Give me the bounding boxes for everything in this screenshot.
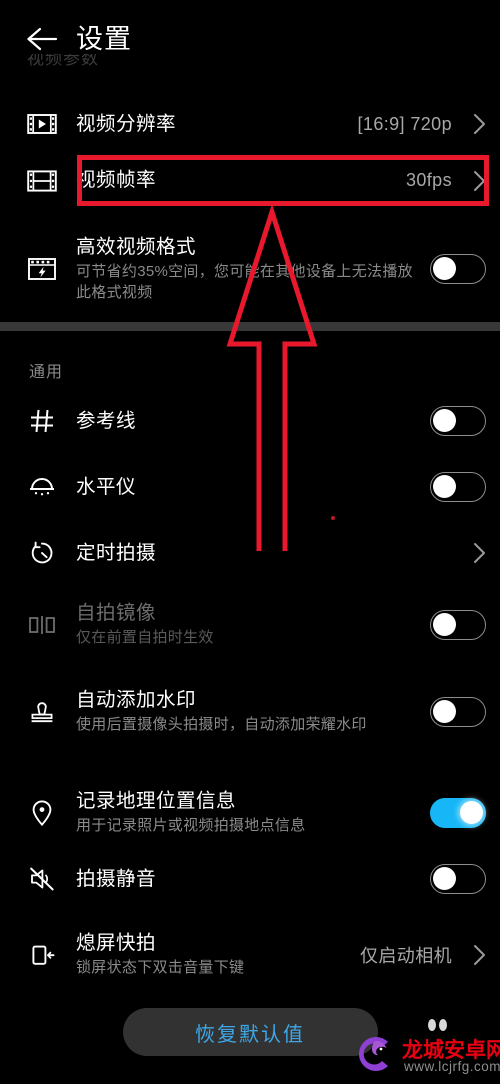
setting-value: 仅启动相机 bbox=[360, 946, 452, 966]
setting-subtitle: 使用后置摄像头拍摄时，自动添加荣耀水印 bbox=[76, 716, 367, 734]
setting-row-quick-snapshot[interactable]: 熄屏快拍 锁屏状态下双击音量下键 仅启动相机 bbox=[0, 922, 500, 988]
chevron-right-icon bbox=[460, 542, 486, 564]
setting-text-block: 视频分辨率 bbox=[70, 112, 358, 136]
location-pin-icon bbox=[14, 798, 70, 828]
toggle-auto-watermark[interactable] bbox=[430, 697, 486, 727]
reset-button-container: 恢复默认值 bbox=[0, 1008, 500, 1056]
setting-text-block: 自拍镜像 仅在前置自拍时生效 bbox=[70, 601, 424, 649]
setting-row-timer-shooting[interactable]: 定时拍摄 bbox=[0, 530, 500, 576]
setting-text-block: 自动添加水印 使用后置摄像头拍摄时，自动添加荣耀水印 bbox=[70, 688, 424, 736]
setting-row-selfie-mirror[interactable]: 自拍镜像 仅在前置自拍时生效 bbox=[0, 592, 500, 658]
toggle-record-location[interactable] bbox=[430, 798, 486, 828]
setting-text-block: 定时拍摄 bbox=[70, 541, 452, 565]
setting-title: 水平仪 bbox=[76, 475, 137, 498]
toggle-knob bbox=[433, 257, 457, 281]
toggle-selfie-mirror[interactable] bbox=[430, 610, 486, 640]
setting-text-block: 拍摄静音 bbox=[70, 867, 424, 891]
chevron-right-icon bbox=[460, 170, 486, 192]
grid-icon bbox=[14, 407, 70, 435]
setting-title: 视频帧率 bbox=[76, 169, 157, 192]
toggle-knob bbox=[433, 700, 457, 724]
timer-icon bbox=[14, 539, 70, 567]
setting-text-block: 熄屏快拍 锁屏状态下双击音量下键 bbox=[70, 931, 360, 979]
video-framerate-icon bbox=[14, 168, 70, 194]
setting-value: [16:9] 720p bbox=[357, 113, 452, 134]
setting-subtitle: 用于记录照片或视频拍摄地点信息 bbox=[76, 817, 306, 835]
setting-row-video-resolution[interactable]: 视频分辨率 [16:9] 720p bbox=[0, 95, 500, 153]
setting-title: 自拍镜像 bbox=[76, 601, 157, 624]
setting-text-block: 高效视频格式 可节省约35%空间，您可能在其他设备上无法播放此格式视频 bbox=[70, 235, 424, 304]
toggle-knob bbox=[433, 475, 457, 499]
section-divider bbox=[0, 322, 500, 331]
stamp-icon bbox=[14, 698, 70, 726]
toggle-efficient-video-format[interactable] bbox=[430, 254, 486, 284]
chevron-right-icon bbox=[460, 944, 486, 966]
setting-title: 视频分辨率 bbox=[76, 112, 177, 135]
setting-row-level[interactable]: 水平仪 bbox=[0, 464, 500, 510]
efficient-video-icon bbox=[14, 255, 70, 283]
setting-title: 拍摄静音 bbox=[76, 867, 157, 890]
toggle-level[interactable] bbox=[430, 472, 486, 502]
setting-subtitle: 可节省约35%空间，您可能在其他设备上无法播放此格式视频 bbox=[76, 263, 413, 301]
chevron-right-icon bbox=[460, 113, 486, 135]
speaker-mute-icon bbox=[14, 865, 70, 893]
toggle-knob bbox=[459, 801, 483, 825]
setting-subtitle: 仅在前置自拍时生效 bbox=[76, 629, 214, 647]
setting-text-block: 参考线 bbox=[70, 409, 424, 433]
back-arrow-icon bbox=[25, 25, 59, 53]
page-title: 设置 bbox=[76, 23, 132, 54]
setting-row-efficient-video-format[interactable]: 高效视频格式 可节省约35%空间，您可能在其他设备上无法播放此格式视频 bbox=[0, 225, 500, 313]
toggle-knob bbox=[433, 409, 457, 433]
clipped-section-label: 视频参数 bbox=[27, 54, 99, 68]
toggle-knob bbox=[433, 867, 457, 891]
setting-row-grid-lines[interactable]: 参考线 bbox=[0, 398, 500, 444]
red-dot-annotation bbox=[331, 516, 335, 520]
toggle-knob bbox=[433, 613, 457, 637]
setting-row-record-location[interactable]: 记录地理位置信息 用于记录照片或视频拍摄地点信息 bbox=[0, 780, 500, 846]
setting-title: 自动添加水印 bbox=[76, 688, 197, 711]
setting-title: 熄屏快拍 bbox=[76, 931, 157, 954]
setting-title: 参考线 bbox=[76, 409, 137, 432]
setting-row-shutter-mute[interactable]: 拍摄静音 bbox=[0, 856, 500, 902]
setting-row-video-framerate[interactable]: 视频帧率 30fps bbox=[0, 155, 500, 206]
toggle-shutter-mute[interactable] bbox=[430, 864, 486, 894]
group-label-general: 通用 bbox=[29, 364, 64, 381]
setting-title: 记录地理位置信息 bbox=[76, 789, 237, 812]
camera-settings-screen: 设置 视频参数 视频分辨率 [16:9] 720p 视频帧率 30fps 高效视… bbox=[0, 0, 500, 1084]
setting-subtitle: 锁屏状态下双击音量下键 bbox=[76, 959, 245, 977]
video-resolution-icon bbox=[14, 111, 70, 137]
setting-value: 30fps bbox=[405, 170, 452, 190]
setting-title: 高效视频格式 bbox=[76, 235, 197, 258]
setting-text-block: 水平仪 bbox=[70, 475, 424, 499]
phone-arrow-icon bbox=[14, 940, 70, 970]
restore-defaults-button[interactable]: 恢复默认值 bbox=[122, 1008, 378, 1056]
setting-title: 定时拍摄 bbox=[76, 541, 157, 564]
toggle-grid-lines[interactable] bbox=[430, 406, 486, 436]
setting-row-auto-watermark[interactable]: 自动添加水印 使用后置摄像头拍摄时，自动添加荣耀水印 bbox=[0, 668, 500, 756]
setting-text-block: 视频帧率 bbox=[70, 168, 406, 192]
mirror-icon bbox=[14, 612, 70, 638]
level-icon bbox=[14, 474, 70, 500]
setting-text-block: 记录地理位置信息 用于记录照片或视频拍摄地点信息 bbox=[70, 789, 424, 837]
watermark-url: www.lcjrfg.com bbox=[404, 1059, 500, 1074]
